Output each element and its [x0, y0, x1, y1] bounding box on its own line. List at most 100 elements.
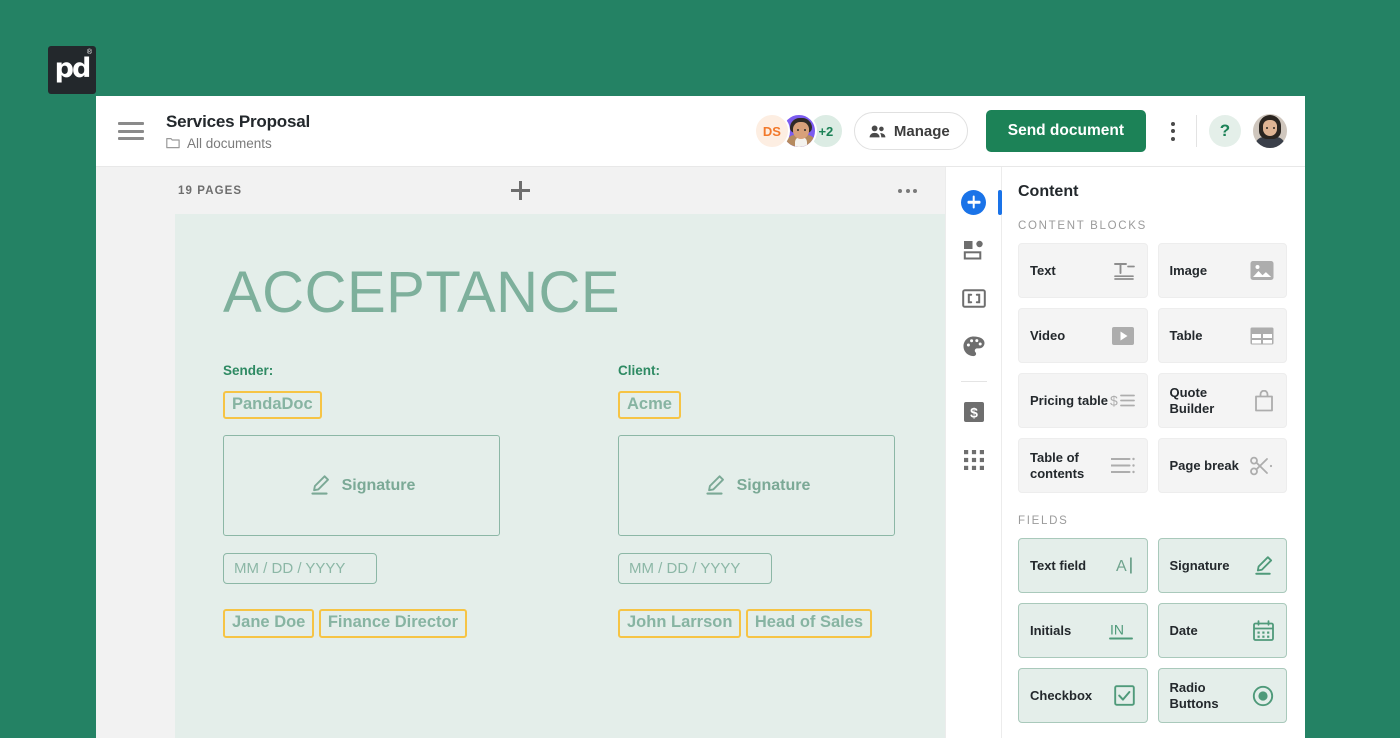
block-label: Image [1170, 263, 1208, 279]
initials-icon: IN [1109, 620, 1135, 641]
editor-canvas: 19 PAGES ACCEPTANCE Sender: PandaDoc [96, 167, 945, 738]
user-avatar[interactable] [1253, 114, 1287, 148]
document-page: ACCEPTANCE Sender: PandaDoc Signature [175, 214, 945, 738]
toolbar-divider [1196, 115, 1197, 147]
manage-button[interactable]: Manage [854, 112, 968, 150]
sender-column: Sender: PandaDoc Signature MM / DD / YYY… [223, 363, 500, 638]
people-icon [869, 125, 886, 138]
pages-count: 19 PAGES [178, 185, 242, 197]
field-card-text-field[interactable]: Text field A [1018, 538, 1148, 593]
field-card-checkbox[interactable]: Checkbox [1018, 668, 1148, 723]
block-card-text[interactable]: Text [1018, 243, 1148, 298]
block-label: Table of contents [1030, 450, 1111, 482]
pandadoc-logo: pd ® [48, 46, 96, 94]
content-blocks-grid: Text Image [1018, 243, 1287, 493]
client-company-token[interactable]: Acme [618, 391, 681, 419]
field-label: Date [1170, 623, 1198, 639]
client-label: Client: [618, 363, 895, 378]
field-label: Initials [1030, 623, 1071, 639]
block-card-pricing-table[interactable]: Pricing table $ [1018, 373, 1148, 428]
client-name-token[interactable]: John Larrson [618, 609, 741, 637]
pricing-button[interactable]: $ [954, 392, 994, 432]
block-card-image[interactable]: Image [1158, 243, 1288, 298]
theme-button[interactable] [954, 326, 994, 366]
client-date-field[interactable]: MM / DD / YYYY [618, 553, 772, 584]
panel-title: Content [1018, 183, 1287, 201]
active-indicator [998, 190, 1002, 215]
sender-role-token[interactable]: Finance Director [319, 609, 467, 637]
hamburger-menu-icon[interactable] [118, 122, 144, 140]
block-card-table-of-contents[interactable]: Table of contents [1018, 438, 1148, 493]
block-label: Page break [1170, 458, 1239, 474]
block-card-table[interactable]: Table [1158, 308, 1288, 363]
svg-text:IN: IN [1110, 622, 1124, 638]
field-label: Text field [1030, 558, 1086, 574]
checkbox-icon [1114, 685, 1135, 706]
plus-circle-icon [961, 190, 986, 215]
calendar-icon [1253, 620, 1274, 641]
send-document-button[interactable]: Send document [986, 110, 1146, 152]
more-vertical-icon[interactable] [1160, 116, 1186, 146]
field-card-signature[interactable]: Signature [1158, 538, 1288, 593]
field-card-date[interactable]: Date [1158, 603, 1288, 658]
top-bar-actions: DS +2 Manage Send document [754, 110, 1287, 152]
block-card-page-break[interactable]: Page break [1158, 438, 1288, 493]
svg-text:$: $ [1110, 393, 1118, 409]
breadcrumb[interactable]: All documents [166, 136, 310, 151]
sender-signature-label: Signature [342, 477, 416, 495]
palette-icon [962, 335, 985, 358]
scissors-icon [1250, 456, 1274, 476]
sender-signature-field[interactable]: Signature [223, 435, 500, 536]
block-card-quote-builder[interactable]: Quote Builder [1158, 373, 1288, 428]
field-label: Signature [1170, 558, 1230, 574]
block-label: Video [1030, 328, 1065, 344]
block-label: Quote Builder [1170, 385, 1255, 417]
variables-button[interactable] [954, 278, 994, 318]
sender-name-token[interactable]: Jane Doe [223, 609, 314, 637]
folder-icon [166, 137, 180, 149]
block-card-video[interactable]: Video [1018, 308, 1148, 363]
shopping-bag-icon [1254, 390, 1274, 412]
field-card-initials[interactable]: Initials IN [1018, 603, 1148, 658]
image-icon [1250, 260, 1274, 281]
add-page-icon[interactable] [508, 178, 534, 204]
document-title-group: Services Proposal All documents [166, 112, 310, 151]
content-panel: Content CONTENT BLOCKS Text Image [1001, 167, 1305, 738]
video-play-icon [1111, 326, 1135, 346]
svg-text:$: $ [970, 404, 978, 420]
client-column: Client: Acme Signature MM / DD / YYYY Jo… [618, 363, 895, 638]
document-heading: ACCEPTANCE [223, 264, 897, 322]
block-label: Table [1170, 328, 1203, 344]
svg-text:A: A [1116, 558, 1127, 575]
add-content-button[interactable] [954, 182, 994, 222]
fields-grid: Text field A Signature [1018, 538, 1287, 723]
signature-pen-icon [703, 474, 726, 497]
apps-button[interactable] [954, 440, 994, 480]
grid-apps-icon [964, 450, 984, 470]
sender-company-token[interactable]: PandaDoc [223, 391, 322, 419]
breadcrumb-label: All documents [187, 136, 272, 151]
sender-date-field[interactable]: MM / DD / YYYY [223, 553, 377, 584]
app-body: 19 PAGES ACCEPTANCE Sender: PandaDoc [96, 167, 1305, 738]
field-card-radio-buttons[interactable]: Radio Buttons [1158, 668, 1288, 723]
dollar-icon: $ [963, 401, 985, 423]
tool-rail: $ [945, 167, 1001, 738]
client-signature-field[interactable]: Signature [618, 435, 895, 536]
block-label: Text [1030, 263, 1056, 279]
signature-pen-icon [308, 474, 331, 497]
top-bar: Services Proposal All documents DS +2 [96, 96, 1305, 167]
client-signature-label: Signature [737, 477, 811, 495]
page-options-icon[interactable] [898, 189, 917, 193]
rail-divider [961, 381, 987, 382]
page-title: Services Proposal [166, 112, 310, 132]
manage-label: Manage [894, 123, 950, 140]
content-library-button[interactable] [954, 230, 994, 270]
collaborator-avatars[interactable]: DS +2 [754, 113, 844, 149]
avatar-initials[interactable]: DS [754, 113, 790, 149]
help-button[interactable]: ? [1209, 115, 1241, 147]
signature-columns: Sender: PandaDoc Signature MM / DD / YYY… [223, 363, 897, 638]
text-cursor-icon: A [1115, 555, 1135, 576]
radio-button-icon [1252, 685, 1274, 707]
client-role-token[interactable]: Head of Sales [746, 609, 872, 637]
registered-mark: ® [87, 49, 92, 56]
